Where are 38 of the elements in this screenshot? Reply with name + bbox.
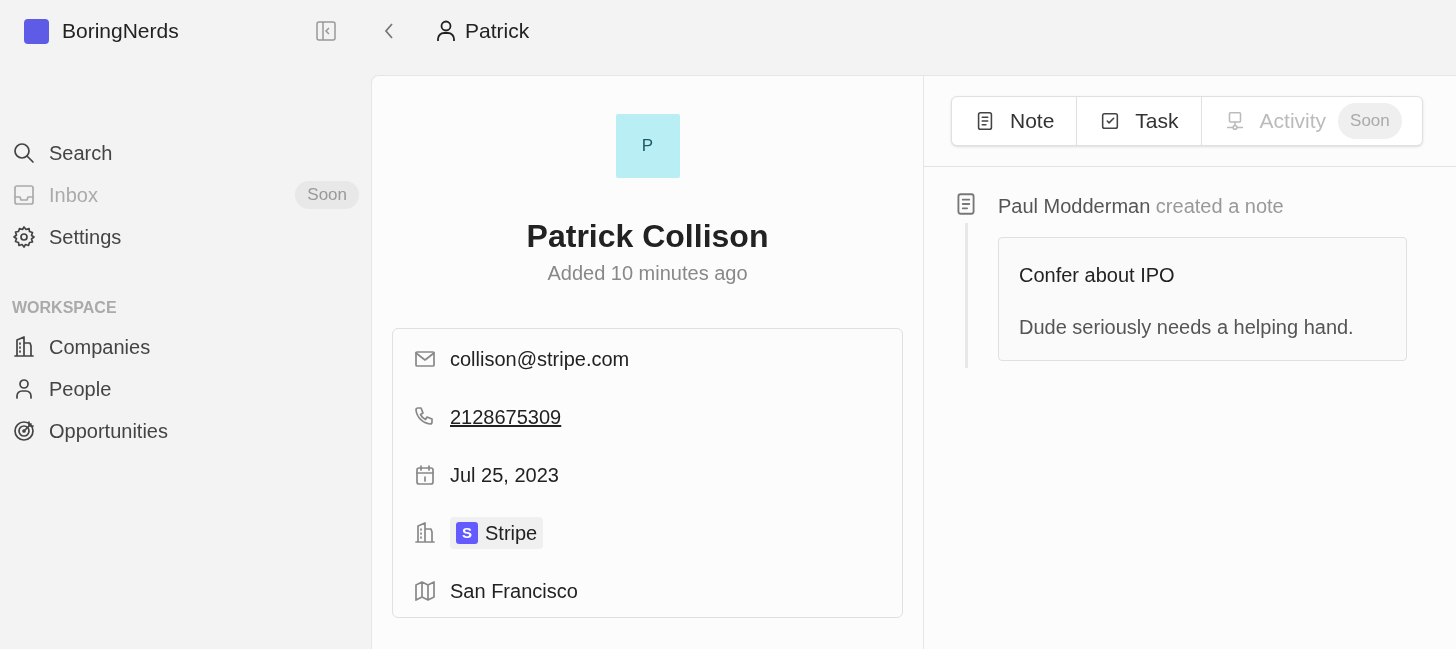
back-icon[interactable] <box>383 22 395 40</box>
collapse-sidebar-button[interactable] <box>315 20 337 42</box>
activity-text: Paul Modderman created a note <box>998 194 1285 219</box>
location-text: San Francisco <box>450 579 578 604</box>
email-address: collison@stripe.com <box>450 347 630 372</box>
person-icon <box>436 20 456 42</box>
phone-link[interactable]: 2128675309 <box>450 402 562 432</box>
sidebar-item[interactable]: Settings <box>12 216 359 258</box>
sidebar-item[interactable]: Search <box>12 132 359 174</box>
person-name: Patrick Collison <box>526 217 769 256</box>
soon-badge: Soon <box>1338 103 1402 139</box>
app-name: BoringNerds <box>62 18 179 45</box>
target-icon <box>12 419 36 443</box>
building-icon <box>413 521 437 545</box>
tab-label: Activity <box>1259 108 1327 135</box>
company-logo: S <box>456 522 478 544</box>
page-title: Patrick <box>465 18 530 45</box>
search-icon <box>12 141 36 165</box>
sidebar-item[interactable]: Companies <box>12 326 359 368</box>
tab[interactable]: Task <box>1076 97 1201 145</box>
section-heading: WORKSPACE <box>11 298 118 318</box>
note-title: Confer about IPO <box>1019 263 1176 288</box>
tab[interactable]: Note <box>952 97 1077 145</box>
map-icon <box>413 579 437 603</box>
app-logo <box>24 18 49 44</box>
sidebar-item[interactable]: People <box>12 368 359 410</box>
company-chip[interactable]: S Stripe <box>450 517 544 549</box>
sidebar-item[interactable]: Opportunities <box>12 410 359 452</box>
company-name: Stripe <box>485 521 538 546</box>
building-icon <box>12 335 36 359</box>
inbox-icon <box>12 183 36 207</box>
note-body: Dude seriously needs a helping hand. <box>1019 315 1355 340</box>
date-text: Jul 25, 2023 <box>450 463 559 488</box>
avatar: P <box>615 114 680 178</box>
soon-badge: Soon <box>295 181 359 209</box>
settings-icon <box>12 225 36 249</box>
added-time: Added 10 minutes ago <box>547 261 748 286</box>
calendar-icon <box>413 463 437 487</box>
